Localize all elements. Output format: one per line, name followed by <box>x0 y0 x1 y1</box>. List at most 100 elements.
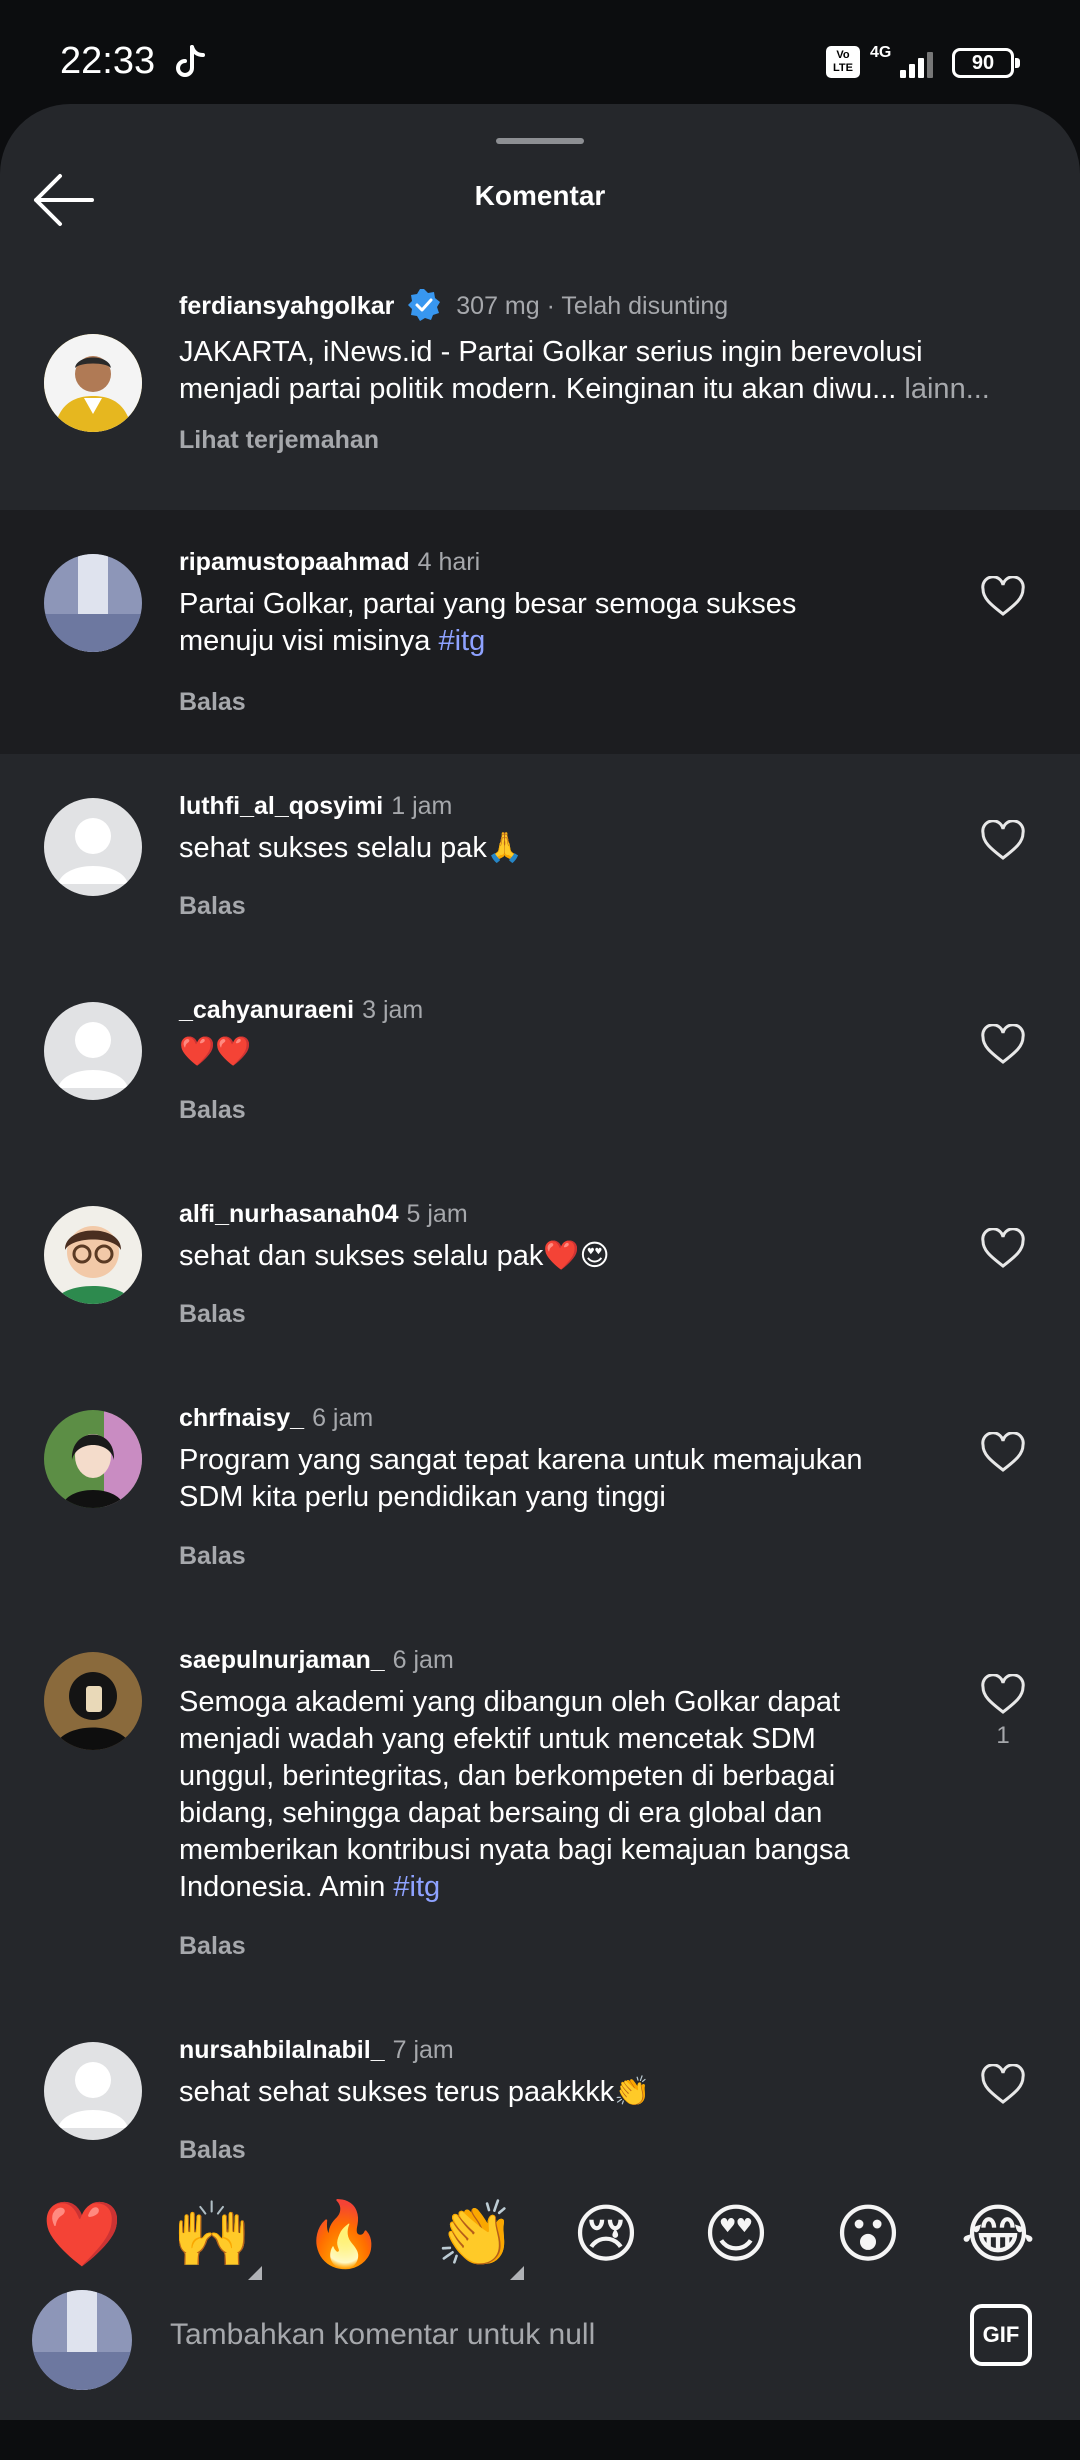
reply-button[interactable]: Balas <box>179 1932 246 1961</box>
signal-icon <box>898 48 938 78</box>
status-time: 22:33 <box>60 40 156 82</box>
caption-meta: 307 mg · Telah disunting <box>456 292 729 320</box>
reply-button[interactable]: Balas <box>179 892 246 921</box>
comment-text: sehat sukses selalu pak🙏 <box>179 832 524 864</box>
more-link[interactable]: lainn... <box>904 373 989 405</box>
hashtag-link[interactable]: #itg <box>438 625 485 657</box>
battery-icon: 90 <box>952 48 1020 78</box>
verified-badge-icon <box>408 289 441 321</box>
comment-time: 7 jam <box>392 2036 454 2064</box>
comment-input[interactable]: Tambahkan komentar untuk null <box>170 2318 595 2352</box>
comment-line-text: menuju visi misinya <box>179 625 431 657</box>
comment-username[interactable]: saepulnurjaman_ 6 jam <box>179 1646 454 1675</box>
avatar[interactable] <box>44 1410 142 1508</box>
volte-icon: Vo LTE <box>826 46 860 78</box>
caption-text: JAKARTA, iNews.id - Partai Golkar serius… <box>179 334 1049 408</box>
comment-row: ripamustopaahmad 4 hari Partai Golkar, pa… <box>0 510 1080 754</box>
comment-username[interactable]: chrfnaisy_ 6 jam <box>179 1404 373 1433</box>
avatar[interactable] <box>44 1206 142 1304</box>
comment-row: nursahbilalnabil_ 7 jam sehat sehat sukse… <box>0 1998 1080 2188</box>
comment-line-text: Indonesia. Amin <box>179 1871 386 1903</box>
like-heart-icon[interactable] <box>980 1432 1026 1474</box>
comment-line: menjadi wadah yang efektif untuk menceta… <box>179 1723 816 1755</box>
avatar[interactable] <box>44 1652 142 1750</box>
network-type: 4G <box>870 44 892 61</box>
avatar[interactable] <box>44 2042 142 2140</box>
comment-text: sehat sehat sukses terus paakkkk👏 <box>179 2076 651 2108</box>
comment-username[interactable]: luthfi_al_qosyimi 1 jam <box>179 792 452 821</box>
hashtag-link[interactable]: #itg <box>393 1871 440 1903</box>
caption-line-text: menjadi partai politik modern. Keinginan… <box>179 373 897 405</box>
comment-username[interactable]: _cahyanuraeni 3 jam <box>179 996 423 1025</box>
comment-text: ❤️❤️ <box>179 1036 252 1068</box>
page-title: Komentar <box>474 180 606 211</box>
comment-row: chrfnaisy_ 6 jam Program yang sangat tepa… <box>0 1366 1080 1608</box>
reply-button[interactable]: Balas <box>179 1300 246 1329</box>
comment-text: Partai Golkar, partai yang besar semoga … <box>179 586 939 660</box>
skin-tone-indicator <box>510 2266 524 2280</box>
comment-line: bidang, sehingga dapat bersaing di era g… <box>179 1797 823 1829</box>
comment-row: alfi_nurhasanah04 5 jam sehat dan sukses … <box>0 1162 1080 1366</box>
see-translation-link[interactable]: Lihat terjemahan <box>179 426 379 455</box>
self-avatar <box>32 2290 132 2390</box>
like-heart-icon[interactable] <box>980 820 1026 862</box>
post-caption: ferdiansyahgolkar 307 mg · Telah disunti… <box>0 274 1080 510</box>
gif-button[interactable]: GIF <box>970 2304 1032 2366</box>
reply-button[interactable]: Balas <box>179 2136 246 2165</box>
emoji-heart-eyes[interactable]: 😍 <box>696 2194 776 2274</box>
comment-line: Partai Golkar, partai yang besar semoga … <box>179 588 797 620</box>
caption-username[interactable]: ferdiansyahgolkar 307 mg · Telah disunti… <box>179 288 728 322</box>
comment-text: sehat dan sukses selalu pak❤️😍 <box>179 1240 610 1272</box>
comment-time: 6 jam <box>392 1646 454 1674</box>
emoji-clapping[interactable]: 👏 <box>436 2194 516 2274</box>
tiktok-icon <box>176 45 205 77</box>
comment-row: luthfi_al_qosyimi 1 jam sehat sukses sela… <box>0 754 1080 958</box>
emoji-laughing[interactable]: 😂 <box>958 2194 1038 2274</box>
comment-username[interactable]: alfi_nurhasanah04 5 jam <box>179 1200 468 1229</box>
emoji-heart[interactable]: ❤️ <box>42 2194 122 2274</box>
emoji-crying[interactable]: 😢 <box>566 2194 646 2274</box>
like-heart-icon[interactable] <box>980 1228 1026 1270</box>
comment-line: menuju visi misinya #itg <box>179 623 939 660</box>
like-heart-icon[interactable] <box>980 1024 1026 1066</box>
reply-button[interactable]: Balas <box>179 1542 246 1571</box>
comment-text: Semoga akademi yang dibangun oleh Golkar… <box>179 1684 939 1906</box>
emoji-raised-hands[interactable]: 🙌 <box>172 2194 252 2274</box>
status-bar: 22:33 Vo LTE 4G 90 <box>0 0 1080 104</box>
comment-username[interactable]: nursahbilalnabil_ 7 jam <box>179 2036 454 2065</box>
drag-handle[interactable] <box>496 138 584 144</box>
system-nav-bar <box>0 2420 1080 2460</box>
comment-time: 4 hari <box>417 548 481 576</box>
caption-line: menjadi partai politik modern. Keinginan… <box>179 371 1049 408</box>
comment-composer <box>0 2290 1080 2420</box>
avatar[interactable] <box>44 798 142 896</box>
reply-button[interactable]: Balas <box>179 1096 246 1125</box>
avatar[interactable] <box>44 1002 142 1100</box>
comment-text: Program yang sangat tepat karena untuk m… <box>179 1442 939 1516</box>
avatar[interactable] <box>44 554 142 652</box>
comment-line: unggul, berintegritas, dan berkompeten d… <box>179 1760 836 1792</box>
comments-sheet: Komentar ferdiansyahgolkar 307 mg · Tela… <box>0 104 1080 2420</box>
comment-line: Semoga akademi yang dibangun oleh Golkar… <box>179 1686 841 1718</box>
comment-time: 1 jam <box>391 792 453 820</box>
comment-line: Indonesia. Amin #itg <box>179 1869 939 1906</box>
avatar[interactable] <box>44 334 142 432</box>
emoji-surprised[interactable]: 😮 <box>828 2194 908 2274</box>
reply-button[interactable]: Balas <box>179 688 246 717</box>
comment-time: 5 jam <box>406 1200 468 1228</box>
like-count: 1 <box>996 1722 1010 1749</box>
comment-line: Program yang sangat tepat karena untuk m… <box>179 1444 863 1476</box>
comment-line: SDM kita perlu pendidikan yang tinggi <box>179 1481 666 1513</box>
comment-line: memberikan kontribusi nyata bagi kemajua… <box>179 1834 850 1866</box>
like-heart-icon[interactable] <box>980 1674 1026 1716</box>
like-heart-icon[interactable] <box>980 2064 1026 2106</box>
skin-tone-indicator <box>248 2266 262 2280</box>
comment-time: 6 jam <box>312 1404 374 1432</box>
emoji-reaction-bar: ❤️ 🙌 🔥 👏 😢 😍 😮 😂 <box>0 2180 1080 2290</box>
emoji-fire[interactable]: 🔥 <box>304 2194 384 2274</box>
comment-username[interactable]: ripamustopaahmad 4 hari <box>179 548 480 577</box>
comment-row: saepulnurjaman_ 6 jam Semoga akademi yang… <box>0 1608 1080 1998</box>
comment-time: 3 jam <box>362 996 424 1024</box>
like-heart-icon[interactable] <box>980 576 1026 618</box>
comment-row: _cahyanuraeni 3 jam ❤️❤️ Balas <box>0 958 1080 1162</box>
